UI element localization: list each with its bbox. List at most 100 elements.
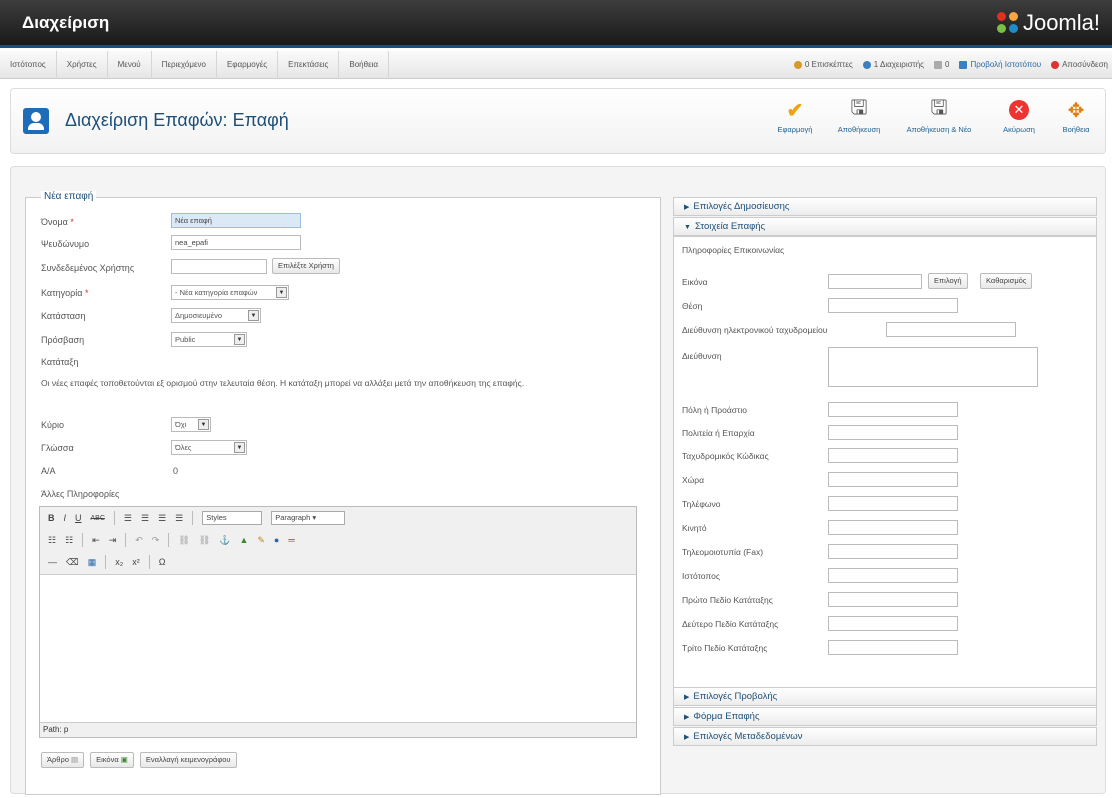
align-left-icon[interactable]: ☰: [124, 513, 132, 524]
sort-field-1-input[interactable]: [828, 592, 958, 607]
display-options-toggle[interactable]: ▶ Επιλογές Προβολής: [673, 687, 1097, 706]
contact-details-toggle[interactable]: ▼ Στοιχεία Επαφής: [673, 217, 1097, 236]
logout-link[interactable]: Αποσύνδεση: [1051, 51, 1108, 79]
visual-aid-icon[interactable]: ▦: [88, 557, 97, 568]
chevron-down-icon: ▼: [234, 442, 245, 453]
suburb-input[interactable]: [828, 402, 958, 417]
superscript-icon[interactable]: x²: [132, 557, 140, 567]
misc-label: Άλλες Πληροφορίες: [41, 489, 120, 499]
fax-input[interactable]: [828, 544, 958, 559]
id-value: 0: [173, 466, 179, 476]
category-select[interactable]: - Νέα κατηγορία επαφών ▼: [171, 285, 289, 300]
alias-input[interactable]: nea_epafi: [171, 235, 301, 250]
picture-icon: ▣: [120, 755, 128, 764]
menu-site[interactable]: Ιστότοπος: [0, 51, 57, 79]
chevron-down-icon: ▼: [198, 419, 209, 430]
telephone-label: Τηλέφωνο: [682, 499, 721, 509]
sort-field-3-input[interactable]: [828, 640, 958, 655]
select-image-button[interactable]: Επιλογή: [928, 273, 968, 289]
align-right-icon[interactable]: ☰: [158, 513, 166, 524]
cleanup-icon[interactable]: ✎: [257, 535, 265, 546]
save-and-new-button[interactable]: 🖫 Αποθήκευση & Νέο: [891, 95, 987, 149]
anchor-icon[interactable]: ⚓: [219, 535, 230, 546]
menu-extensions[interactable]: Επεκτάσεις: [278, 51, 340, 79]
featured-select[interactable]: Όχι ▼: [171, 417, 211, 432]
users-icon: [862, 61, 871, 69]
name-input[interactable]: Νέα επαφή: [171, 213, 301, 228]
help-icon[interactable]: ●: [274, 535, 279, 545]
paragraph-select[interactable]: Paragraph ▾: [271, 511, 346, 525]
position-input[interactable]: [828, 298, 958, 313]
email-label: Διεύθυνση ηλεκτρονικού ταχυδρομείου: [682, 325, 828, 335]
html-icon[interactable]: ═: [288, 535, 294, 545]
horizontal-rule-icon[interactable]: —: [48, 557, 57, 567]
bullet-list-icon[interactable]: ☷: [48, 535, 56, 546]
messages-status[interactable]: 0: [934, 51, 949, 79]
apply-button[interactable]: ✔ Εφαρμογή: [763, 95, 827, 149]
linked-user-label: Συνδεδεμένος Χρήστης: [41, 263, 135, 273]
mobile-input[interactable]: [828, 520, 958, 535]
admin-header: Διαχείριση Joomla!: [0, 0, 1112, 48]
postcode-input[interactable]: [828, 448, 958, 463]
menu-menus[interactable]: Μενού: [108, 51, 152, 79]
featured-label: Κύριο: [41, 420, 65, 430]
indent-icon[interactable]: ⇥: [109, 535, 117, 546]
underline-icon[interactable]: U: [75, 513, 82, 523]
select-user-button[interactable]: Επιλέξτε Χρήστη: [272, 258, 340, 274]
align-justify-icon[interactable]: ☰: [175, 513, 183, 524]
language-select[interactable]: Όλες ▼: [171, 440, 247, 455]
link-icon[interactable]: ⛓: [178, 535, 189, 546]
alias-label: Ψευδώνυμο: [41, 239, 90, 249]
clear-image-button[interactable]: Καθαρισμός: [980, 273, 1033, 289]
telephone-input[interactable]: [828, 496, 958, 511]
subscript-icon[interactable]: x₂: [115, 557, 123, 567]
help-button[interactable]: ✥ Βοήθεια: [1051, 95, 1101, 149]
align-center-icon[interactable]: ☰: [141, 513, 149, 524]
undo-icon[interactable]: ↶: [135, 535, 143, 546]
website-input[interactable]: [828, 568, 958, 583]
contact-form-toggle[interactable]: ▶ Φόρμα Επαφής: [673, 707, 1097, 726]
main-menu-bar: Ιστότοπος Χρήστες Μενού Περιεχόμενο Εφαρ…: [0, 51, 1112, 79]
remove-format-icon[interactable]: ⌫: [66, 557, 79, 568]
numbered-list-icon[interactable]: ☷: [65, 535, 73, 546]
outdent-icon[interactable]: ⇤: [92, 535, 100, 546]
ordering-note: Οι νέες επαφές τοποθετούνται εξ ορισμού …: [41, 378, 525, 388]
country-label: Χώρα: [682, 475, 705, 485]
image-input[interactable]: [828, 274, 922, 289]
editor-path: Path: p: [40, 722, 636, 737]
preview-site-link[interactable]: Προβολή Ιστοτόπου: [959, 51, 1041, 79]
chevron-down-icon: ▼: [276, 287, 287, 298]
metadata-options-toggle[interactable]: ▶ Επιλογές Μεταδεδομένων: [673, 727, 1097, 746]
address-textarea[interactable]: [828, 347, 1038, 387]
redo-icon[interactable]: ↷: [152, 535, 160, 546]
italic-icon[interactable]: I: [64, 513, 67, 523]
bold-icon[interactable]: B: [48, 513, 55, 523]
article-button[interactable]: Άρθρο ▤: [41, 752, 85, 768]
image-icon[interactable]: ▲: [239, 535, 248, 545]
strikethrough-icon[interactable]: ABC: [91, 515, 105, 522]
menu-content[interactable]: Περιεχόμενο: [152, 51, 217, 79]
menu-components[interactable]: Εφαρμογές: [217, 51, 279, 79]
state-province-input[interactable]: [828, 425, 958, 440]
mobile-label: Κινητό: [682, 523, 707, 533]
chevron-down-icon: ▼: [248, 310, 259, 321]
linked-user-input[interactable]: [171, 259, 267, 274]
publishing-options-toggle[interactable]: ▶ Επιλογές Δημοσίευσης: [673, 197, 1097, 216]
save-button[interactable]: 🖫 Αποθήκευση: [827, 95, 891, 149]
unlink-icon[interactable]: ⛓: [199, 535, 210, 546]
sort-field-2-input[interactable]: [828, 616, 958, 631]
menu-help[interactable]: Βοήθεια: [339, 51, 390, 79]
access-select[interactable]: Public ▼: [171, 332, 247, 347]
image-button[interactable]: Εικόνα ▣: [90, 752, 134, 768]
email-input[interactable]: [886, 322, 1016, 337]
monitor-icon: [959, 61, 968, 69]
menu-users[interactable]: Χρήστες: [57, 51, 108, 79]
toggle-editor-button[interactable]: Εναλλαγή κειμενογράφου: [139, 752, 237, 768]
country-input[interactable]: [828, 472, 958, 487]
category-label: Κατηγορία *: [41, 288, 89, 298]
styles-select[interactable]: Styles: [202, 511, 263, 525]
triangle-right-icon: ▶: [684, 714, 690, 721]
special-char-icon[interactable]: Ω: [159, 557, 166, 567]
state-select[interactable]: Δημοσιευμένο ▼: [171, 308, 261, 323]
cancel-button[interactable]: ✕ Ακύρωση: [987, 95, 1051, 149]
